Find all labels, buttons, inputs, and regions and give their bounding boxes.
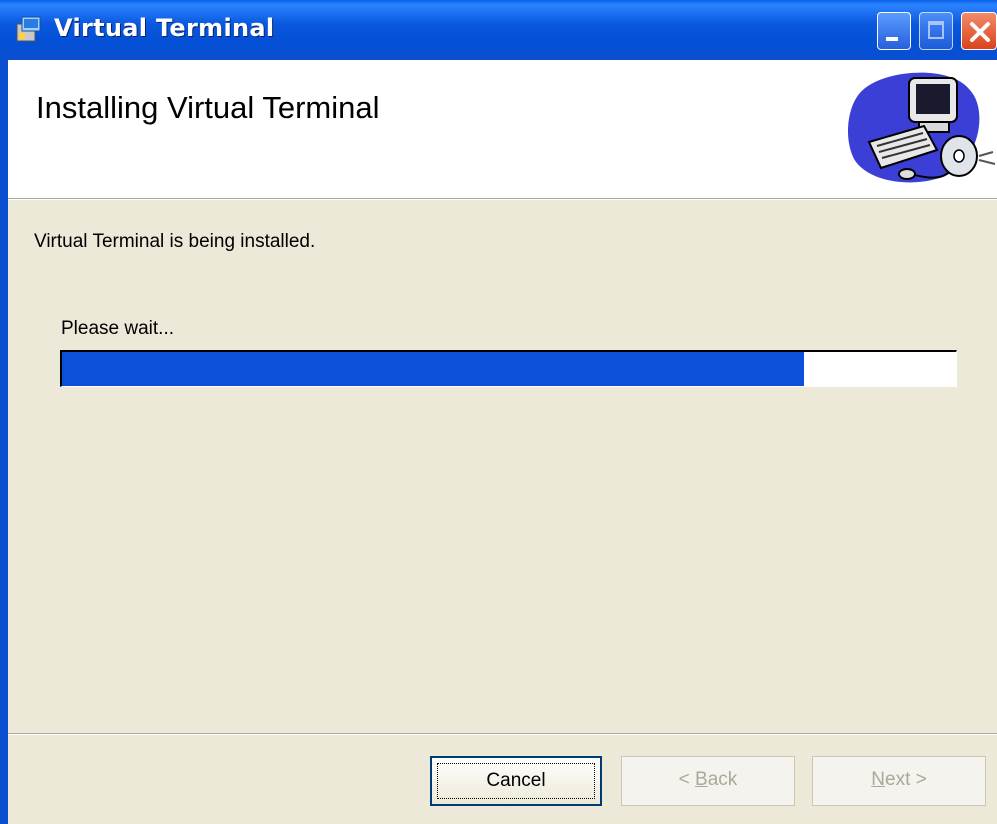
back-button[interactable]: < Back [621,756,795,806]
banner-divider [8,199,997,200]
focus-rectangle [437,763,595,799]
next-button[interactable]: Next > [812,756,986,806]
installer-app-icon [14,14,44,44]
window-frame [0,60,8,824]
page-title: Installing Virtual Terminal [36,90,380,125]
close-icon [970,22,990,42]
computer-with-cd-icon [839,64,997,192]
footer-separator-highlight [8,734,997,735]
header-banner: Installing Virtual Terminal [8,60,997,199]
install-progress-bar [60,350,957,387]
maximize-button[interactable] [919,12,953,50]
please-wait-label: Please wait... [61,318,174,339]
back-button-label-rest: ack [707,769,738,790]
back-button-prefix: < [678,769,696,790]
next-button-label-rest: ext > [885,769,927,790]
cancel-button[interactable]: Cancel [430,756,602,806]
back-button-access-key: B [695,769,708,790]
status-text: Virtual Terminal is being installed. [34,231,316,252]
title-bar[interactable]: Virtual Terminal [0,0,997,60]
minimize-button[interactable] [877,12,911,50]
window-title: Virtual Terminal [54,14,275,42]
progress-fill [62,352,805,386]
close-button[interactable] [961,12,997,50]
next-button-access-key: N [871,769,885,790]
